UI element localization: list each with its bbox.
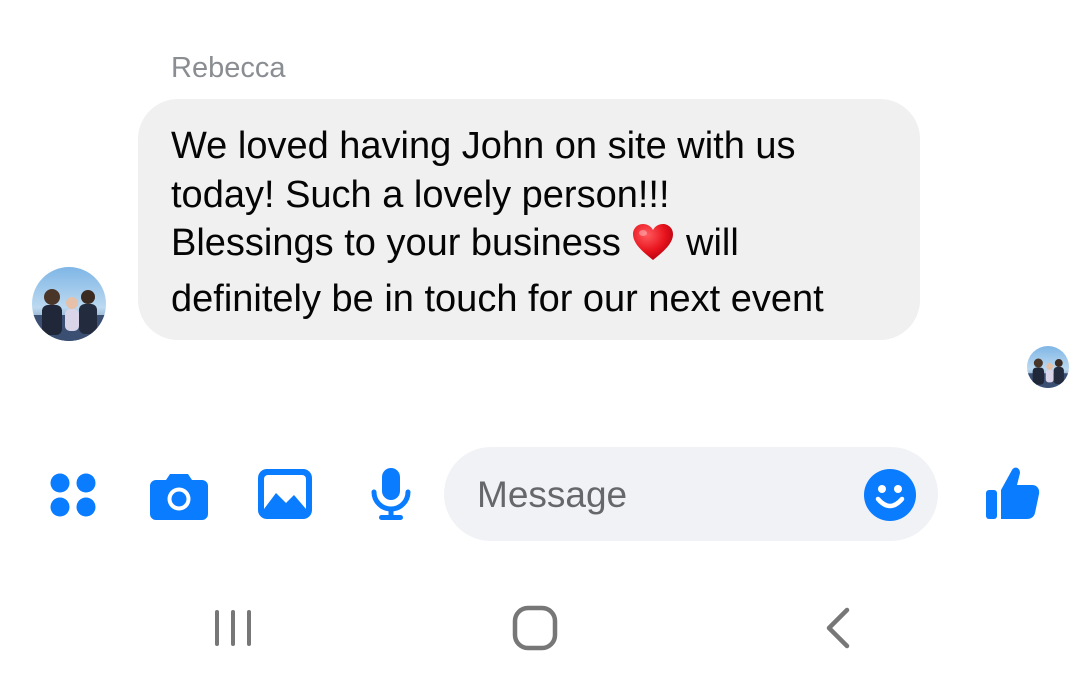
message-line-3-text: Blessings to your business xyxy=(171,222,621,264)
message-line-3: Blessings to your business will xyxy=(171,219,900,275)
message-line-3-tail: will xyxy=(686,222,739,264)
image-icon[interactable] xyxy=(258,469,312,524)
seen-receipt-avatar xyxy=(1027,346,1069,388)
message-bubble[interactable]: We loved having John on site with us tod… xyxy=(138,99,920,340)
message-line-2: today! Such a lovely person!!! xyxy=(171,173,670,216)
home-button[interactable] xyxy=(512,605,558,656)
emoji-icon[interactable] xyxy=(864,469,916,521)
thumbs-up-icon[interactable] xyxy=(984,465,1040,526)
message-input[interactable]: Message xyxy=(444,447,938,541)
menu-dots-icon[interactable] xyxy=(48,471,98,524)
microphone-icon[interactable] xyxy=(369,467,413,528)
heart-emoji-icon xyxy=(631,222,675,275)
camera-icon[interactable] xyxy=(150,470,208,525)
sender-name: Rebecca xyxy=(171,52,286,84)
message-line-4: definitely be in touch for our next even… xyxy=(171,277,824,320)
chat-screen: Rebecca We loved having John on site wit… xyxy=(0,0,1080,688)
message-line-1: We loved having John on site with us xyxy=(171,125,796,167)
sender-avatar[interactable] xyxy=(32,267,106,341)
message-placeholder: Message xyxy=(477,474,628,515)
back-button[interactable] xyxy=(822,606,854,655)
recent-apps-button[interactable] xyxy=(212,607,254,654)
